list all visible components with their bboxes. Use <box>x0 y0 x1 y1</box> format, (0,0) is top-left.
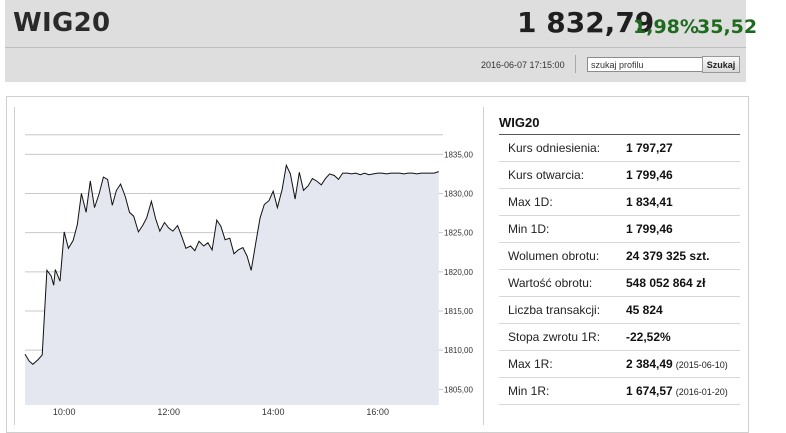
quote-row: Min 1R: 1 674,57 (2016-01-20) <box>499 378 740 405</box>
quote-row-value: 24 379 325 szt. <box>626 249 710 263</box>
quote-row-value: 1 797,27 <box>626 141 673 155</box>
quote-row: Kurs otwarcia: 1 799,46 <box>499 162 740 189</box>
change-percent: 1,98% <box>633 16 699 38</box>
chart-svg: 1805,00 1810,00 1815,00 1820,00 1825,00 1830,… <box>24 134 473 417</box>
quote-row-value: 2 384,49 (2015-06-10) <box>626 357 728 371</box>
quote-row: Stopa zwrotu 1R: -22,52% <box>499 324 740 351</box>
x-tick-label: 16:00 <box>366 407 389 417</box>
quote-row-value: 1 674,57 (2016-01-20) <box>626 384 728 398</box>
change-absolute: 35,52 <box>697 16 758 38</box>
x-tick-label: 10:00 <box>53 407 76 417</box>
quote-row-value: 1 834,41 <box>626 195 673 209</box>
search-input[interactable] <box>587 57 703 72</box>
quote-row-value: -22,52% <box>626 330 671 344</box>
quote-row-label: Kurs otwarcia: <box>508 168 585 182</box>
y-axis-labels: 1805,00 1810,00 1815,00 1820,00 1825,00 1830,… <box>444 150 473 394</box>
quote-row-value: 548 052 864 zł <box>626 276 706 290</box>
quote-row-label: Liczba transakcji: <box>508 303 601 317</box>
x-axis-labels: 10:00 12:00 14:00 16:00 <box>53 407 389 417</box>
chart-area-fill <box>25 165 439 405</box>
ticker-name: WIG20 <box>13 8 111 38</box>
quote-datetime: 2016-06-07 17:15:00 <box>481 60 565 70</box>
search-button[interactable]: Szukaj <box>702 56 740 73</box>
y-tick-label: 1830,00 <box>444 190 473 199</box>
price-chart: 1805,00 1810,00 1815,00 1820,00 1825,00 1830,… <box>14 107 484 425</box>
header-divider <box>5 47 746 48</box>
quote-row: Max 1R: 2 384,49 (2015-06-10) <box>499 351 740 378</box>
quote-row-label: Stopa zwrotu 1R: <box>508 330 601 344</box>
quote-row: Wartość obrotu: 548 052 864 zł <box>499 270 740 297</box>
quote-row-label: Max 1D: <box>508 195 553 209</box>
quote-row-value: 45 824 <box>626 303 663 317</box>
quote-row-value: 1 799,46 <box>626 222 673 236</box>
quote-row: Kurs odniesienia: 1 797,27 <box>499 135 740 162</box>
quote-row-label: Max 1R: <box>508 357 553 371</box>
quote-table-title: WIG20 <box>499 115 540 130</box>
quote-row-label: Wartość obrotu: <box>508 276 593 290</box>
quote-row: Wolumen obrotu: 24 379 325 szt. <box>499 243 740 270</box>
quote-row-note: (2015-06-10) <box>675 360 728 370</box>
y-tick-label: 1805,00 <box>444 385 473 394</box>
x-tick-label: 12:00 <box>157 407 180 417</box>
quote-row: Liczba transakcji: 45 824 <box>499 297 740 324</box>
quote-row-label: Min 1R: <box>508 384 550 398</box>
quote-row-label: Min 1D: <box>508 222 550 236</box>
quote-row-value: 1 799,46 <box>626 168 673 182</box>
y-tick-label: 1835,00 <box>444 150 473 159</box>
x-tick-label: 14:00 <box>262 407 285 417</box>
y-tick-label: 1810,00 <box>444 346 473 355</box>
y-tick-label: 1820,00 <box>444 268 473 277</box>
quote-row: Min 1D: 1 799,46 <box>499 216 740 243</box>
quote-row-label: Kurs odniesienia: <box>508 141 601 155</box>
quote-row-label: Wolumen obrotu: <box>508 249 600 263</box>
quote-row-note: (2016-01-20) <box>675 387 728 397</box>
y-tick-label: 1825,00 <box>444 229 473 238</box>
y-tick-label: 1815,00 <box>444 307 473 316</box>
quote-row: Max 1D: 1 834,41 <box>499 189 740 216</box>
header-separator <box>575 55 576 73</box>
